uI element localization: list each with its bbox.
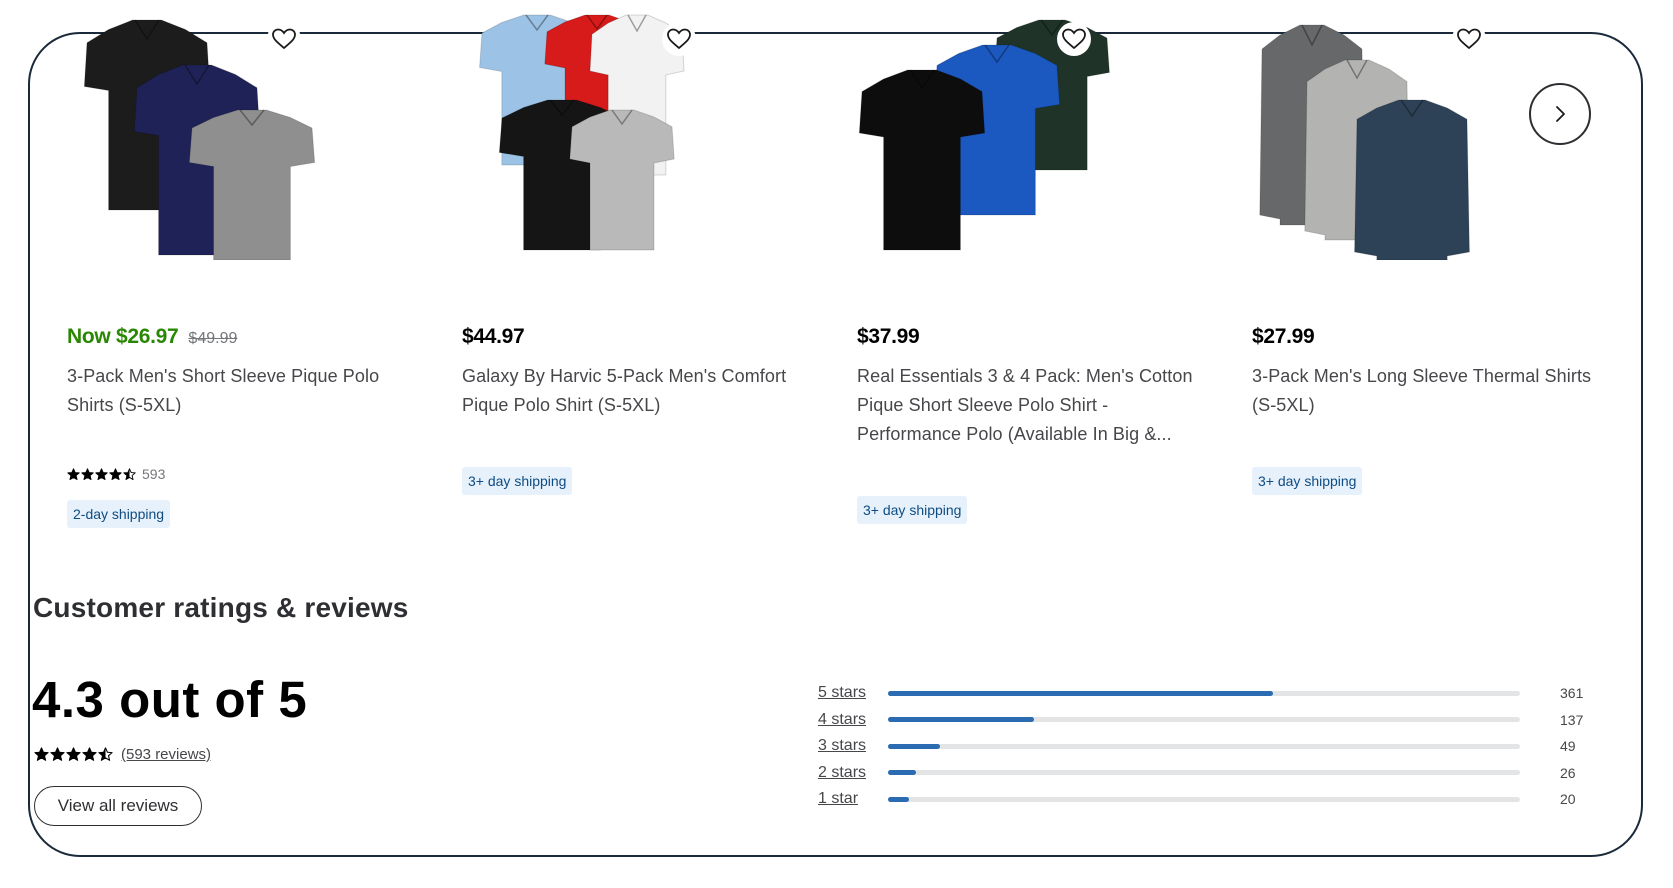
rating-count: 26 [1560, 764, 1576, 781]
heart-icon [1457, 28, 1481, 50]
star-full-icon [66, 747, 81, 761]
was-price: $49.99 [188, 330, 238, 347]
star-rating-icon [34, 747, 113, 762]
favorite-button[interactable] [1057, 22, 1091, 56]
price: Now $26.97 [67, 325, 179, 348]
rating-filter-link[interactable]: 4 stars [818, 711, 888, 729]
shipping-badge: 3+ day shipping [462, 467, 573, 495]
rating-filter-link[interactable]: 2 stars [818, 764, 888, 782]
rating-bar-fill [888, 717, 1034, 723]
rating-bar-track [888, 770, 1520, 776]
shipping-badge: 3+ day shipping [1252, 467, 1363, 495]
rating-count: 593 [142, 466, 166, 482]
rating-bar-track [888, 690, 1520, 696]
rating-filter-link[interactable]: 5 stars [818, 684, 888, 702]
heart-icon [272, 28, 296, 50]
reviews-count-link[interactable]: (593 reviews) [121, 746, 211, 763]
rating-count: 137 [1560, 711, 1584, 728]
rating-bar-fill [888, 770, 916, 776]
star-full-icon [81, 467, 94, 480]
price: $27.99 [1252, 325, 1315, 348]
rating-count: 49 [1560, 738, 1576, 755]
product-title[interactable]: Galaxy By Harvic 5-Pack Men's Comfort Pi… [462, 362, 822, 420]
product-rating: 593 [67, 466, 165, 482]
star-full-icon [95, 467, 108, 480]
view-all-reviews-button[interactable]: View all reviews [34, 786, 202, 826]
rating-count: 361 [1560, 685, 1584, 702]
rating-filter-link[interactable]: 3 stars [818, 737, 888, 755]
shirt-graphic [1354, 99, 1470, 261]
rating-distribution-row[interactable]: 5 stars 361 [818, 680, 1598, 707]
rating-bar-fill [888, 796, 910, 802]
chevron-right-icon [1556, 106, 1565, 122]
shipping-badge: 3+ day shipping [857, 496, 968, 524]
star-half-icon [123, 467, 136, 480]
rating-summary: (593 reviews) [34, 746, 211, 763]
average-rating: 4.3 out of 5 [32, 671, 308, 728]
rating-distribution: 5 stars 361 4 stars 137 3 stars 49 2 sta… [818, 680, 1598, 813]
shipping-badge: 2-day shipping [67, 500, 171, 528]
rating-bar-track [888, 796, 1520, 802]
price: $37.99 [857, 325, 920, 348]
heart-icon [1062, 28, 1086, 50]
rating-distribution-row[interactable]: 1 star 20 [818, 786, 1598, 813]
rating-bar-fill [888, 743, 941, 749]
product-image[interactable] [1252, 10, 1572, 261]
star-full-icon [82, 747, 97, 761]
price: $44.97 [462, 325, 525, 348]
product-title[interactable]: Real Essentials 3 & 4 Pack: Men's Cotton… [857, 362, 1217, 449]
rating-filter-link[interactable]: 1 star [818, 790, 888, 808]
product-title[interactable]: 3-Pack Men's Long Sleeve Thermal Shirts … [1252, 362, 1612, 420]
rating-count: 20 [1560, 791, 1576, 808]
star-half-icon [98, 747, 113, 761]
favorite-button[interactable] [1452, 22, 1486, 56]
star-full-icon [50, 747, 65, 761]
carousel-next-button[interactable] [1529, 83, 1591, 145]
product-carousel: Now $26.97 $49.99 3-Pack Men's Short Sle… [0, 0, 1673, 560]
favorite-button[interactable] [267, 22, 301, 56]
rating-distribution-row[interactable]: 2 stars 26 [818, 760, 1598, 787]
rating-distribution-row[interactable]: 3 stars 49 [818, 733, 1598, 760]
product-image[interactable] [67, 10, 387, 261]
star-full-icon [34, 747, 49, 761]
rating-distribution-row[interactable]: 4 stars 137 [818, 707, 1598, 734]
star-rating-icon [67, 467, 136, 481]
rating-bar-track [888, 743, 1520, 749]
star-full-icon [109, 467, 122, 480]
rating-bar-track [888, 717, 1520, 723]
product-title[interactable]: 3-Pack Men's Short Sleeve Pique Polo Shi… [67, 362, 427, 420]
star-full-icon [67, 467, 80, 480]
favorite-button[interactable] [662, 22, 696, 56]
product-image[interactable] [857, 10, 1177, 260]
product-image[interactable] [462, 10, 782, 260]
section-title: Customer ratings & reviews [33, 592, 409, 623]
rating-bar-fill [888, 690, 1273, 696]
heart-icon [667, 28, 691, 50]
